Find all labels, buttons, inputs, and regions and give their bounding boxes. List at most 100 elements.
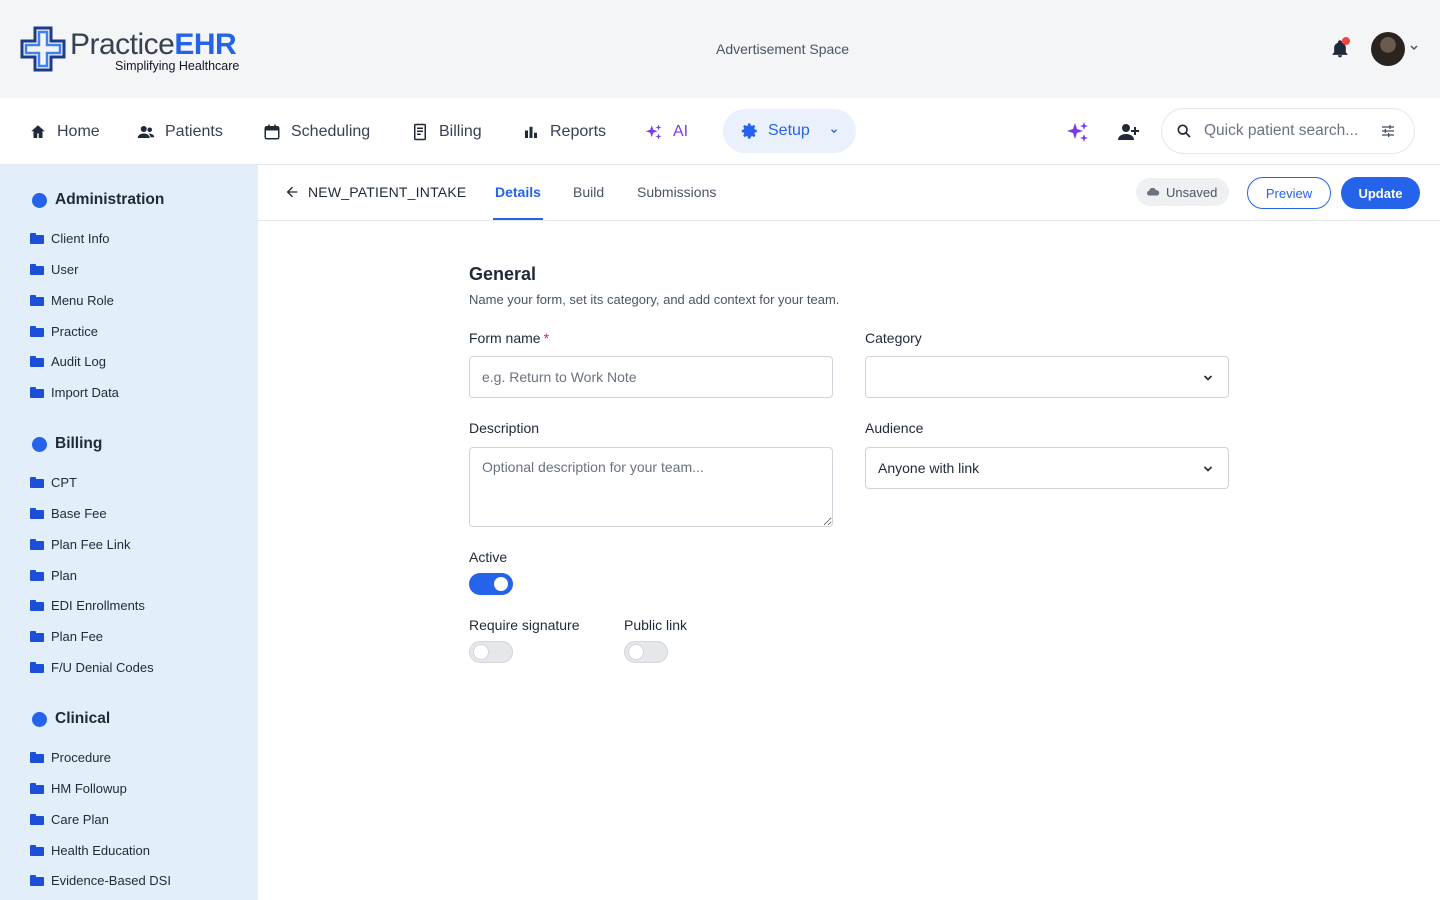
tab-submissions[interactable]: Submissions [637, 184, 716, 200]
preview-button[interactable]: Preview [1247, 177, 1331, 209]
description-label: Description [469, 420, 540, 436]
sidebar-item-plan[interactable]: Plan [30, 568, 77, 583]
save-status-badge: Unsaved [1136, 178, 1229, 206]
app-logo[interactable]: PracticeEHR Simplifying Healthcare [18, 22, 258, 78]
sidebar-item-audit-log[interactable]: Audit Log [30, 354, 106, 369]
nav-reports-label: Reports [550, 122, 607, 140]
section-dot-icon [32, 192, 47, 208]
sidebar-item-label: F/U Denial Codes [51, 660, 154, 675]
patients-icon [137, 125, 155, 138]
tab-build[interactable]: Build [573, 184, 604, 200]
sidebar-item-cpt[interactable]: CPT [30, 475, 77, 490]
filter-settings-icon[interactable] [1380, 123, 1396, 139]
toggle-knob [629, 645, 643, 659]
sidebar-item-label: Audit Log [51, 354, 106, 369]
sidebar-item-label: Menu Role [51, 293, 114, 308]
folder-icon [30, 845, 44, 856]
folder-icon [30, 387, 44, 398]
folder-icon [30, 814, 44, 825]
ai-assist-icon[interactable] [1066, 120, 1090, 144]
audience-label: Audience [865, 420, 924, 436]
form-name-input[interactable] [469, 356, 833, 398]
nav-ai[interactable]: AI [645, 98, 688, 165]
nav-setup[interactable]: Setup [723, 109, 856, 153]
nav-patients-label: Patients [165, 122, 223, 140]
section-dot-icon [32, 436, 47, 452]
sidebar-item-health-education[interactable]: Health Education [30, 843, 150, 858]
folder-icon [30, 875, 44, 886]
sidebar-item-label: Evidence-Based DSI [51, 873, 171, 888]
patient-search[interactable] [1161, 108, 1415, 154]
audience-value: Anyone with link [878, 460, 980, 476]
folder-icon [30, 570, 44, 581]
tab-details[interactable]: Details [495, 184, 541, 200]
sidebar-item-label: Practice [51, 324, 98, 339]
active-tab-indicator [493, 218, 543, 220]
back-arrow-icon[interactable] [284, 184, 300, 200]
chevron-down-icon [1203, 466, 1213, 472]
sidebar-item-label: Plan [51, 568, 78, 583]
sidebar-section-administration[interactable]: Administration [32, 191, 164, 209]
nav-scheduling[interactable]: Scheduling [263, 98, 370, 165]
sidebar-item-user[interactable]: User [30, 262, 78, 277]
add-patient-icon[interactable] [1116, 120, 1140, 144]
section-dot-icon [32, 711, 47, 727]
audience-select[interactable]: Anyone with link [865, 447, 1229, 489]
sidebar-item-plan-fee-link[interactable]: Plan Fee Link [30, 537, 131, 552]
sidebar-item-care-plan[interactable]: Care Plan [30, 812, 109, 827]
category-select[interactable] [865, 356, 1229, 398]
sidebar-item-plan-fee[interactable]: Plan Fee [30, 629, 103, 644]
sidebar-item-client-info[interactable]: Client Info [30, 231, 110, 246]
public-link-toggle[interactable] [624, 641, 668, 663]
gear-icon [741, 123, 757, 139]
sidebar-item-label: Plan Fee [51, 629, 104, 644]
brand-name: PracticeEHR [70, 28, 237, 61]
sidebar-item-import-data[interactable]: Import Data [30, 385, 119, 400]
update-button[interactable]: Update [1341, 177, 1420, 209]
user-avatar[interactable] [1371, 32, 1405, 66]
sidebar-item-hm-followup[interactable]: HM Followup [30, 781, 127, 796]
sidebar-section-billing[interactable]: Billing [32, 435, 102, 453]
description-textarea[interactable] [469, 447, 833, 527]
nav-billing-label: Billing [439, 122, 482, 140]
section-title: Billing [55, 435, 103, 452]
folder-icon [30, 477, 44, 488]
main-nav: Home Patients Scheduling Billing Reports… [0, 98, 1440, 165]
folder-icon [30, 783, 44, 794]
sidebar-item-menu-role[interactable]: Menu Role [30, 293, 114, 308]
nav-reports[interactable]: Reports [522, 98, 606, 165]
notification-badge [1342, 37, 1350, 45]
form-name-label: Form name * [469, 330, 550, 346]
require-signature-toggle[interactable] [469, 641, 513, 663]
chevron-down-icon[interactable] [1408, 43, 1420, 53]
folder-icon [30, 600, 44, 611]
sidebar-item-label: Import Data [51, 385, 119, 400]
advertisement-space: Advertisement Space [716, 41, 850, 57]
nav-billing[interactable]: Billing [411, 98, 482, 165]
category-label: Category [865, 330, 922, 346]
required-marker: * [543, 330, 550, 346]
sidebar-item-evidence-based-dsi[interactable]: Evidence-Based DSI [30, 873, 171, 888]
section-subtitle: Name your form, set its category, and ad… [469, 292, 840, 307]
receipt-icon [414, 123, 426, 140]
sidebar-item-practice[interactable]: Practice [30, 324, 98, 339]
sidebar-item-base-fee[interactable]: Base Fee [30, 506, 107, 521]
nav-home[interactable]: Home [29, 98, 100, 165]
active-toggle[interactable] [469, 573, 513, 595]
search-input[interactable] [1204, 122, 1369, 140]
sidebar-item-fu-denial-codes[interactable]: F/U Denial Codes [30, 660, 154, 675]
sidebar-section-clinical[interactable]: Clinical [32, 710, 110, 728]
folder-icon [30, 295, 44, 306]
nav-ai-label: AI [673, 122, 689, 140]
folder-icon [30, 356, 44, 367]
sidebar-item-procedure[interactable]: Procedure [30, 750, 111, 765]
sidebar-item-label: EDI Enrollments [51, 598, 145, 613]
sidebar-item-label: Care Plan [51, 812, 109, 827]
sidebar-item-edi-enrollments[interactable]: EDI Enrollments [30, 598, 145, 613]
folder-icon [30, 264, 44, 275]
cloud-icon [1146, 187, 1160, 196]
nav-patients[interactable]: Patients [137, 98, 223, 165]
brand-tagline: Simplifying Healthcare [115, 59, 240, 73]
sidebar-item-label: CPT [51, 475, 77, 490]
calendar-icon [264, 124, 280, 139]
